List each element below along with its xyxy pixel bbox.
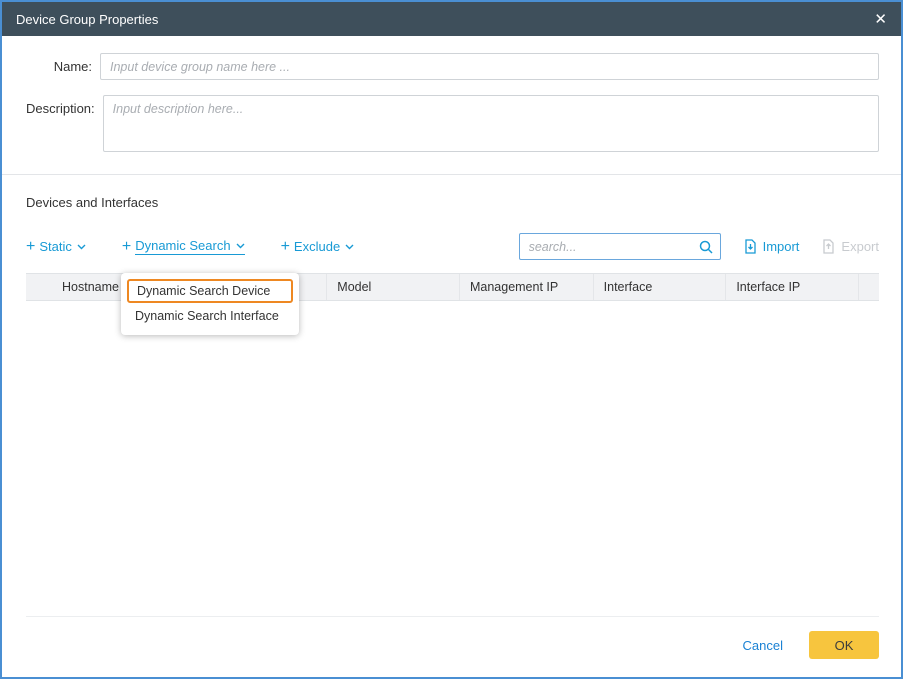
table-body-empty <box>26 301 879 617</box>
column-header-interface[interactable]: Interface <box>593 274 726 300</box>
close-icon[interactable]: ✕ <box>874 12 887 27</box>
name-input[interactable] <box>100 53 879 80</box>
export-icon <box>821 239 836 254</box>
search-input[interactable] <box>529 240 698 254</box>
plus-icon: + <box>122 239 131 255</box>
dialog-title: Device Group Properties <box>16 12 158 27</box>
devices-interfaces-section-title: Devices and Interfaces <box>2 175 901 210</box>
dynamic-search-dropdown-menu: Dynamic Search Device Dynamic Search Int… <box>121 273 299 335</box>
static-label: Static <box>39 239 72 254</box>
name-label: Name: <box>26 53 92 74</box>
devices-toolbar: + Static + Dynamic Search + Exclude <box>2 210 901 260</box>
menu-item-dynamic-search-interface[interactable]: Dynamic Search Interface <box>127 303 293 329</box>
export-label: Export <box>841 239 879 254</box>
dynamic-search-label: Dynamic Search <box>135 238 230 253</box>
description-input[interactable] <box>103 95 879 152</box>
chevron-down-icon <box>236 243 245 249</box>
chevron-down-icon <box>77 244 86 250</box>
search-icon[interactable] <box>698 239 714 255</box>
ok-button[interactable]: OK <box>809 631 879 659</box>
dialog-footer: Cancel OK <box>2 617 901 677</box>
dynamic-search-dropdown-button[interactable]: + Dynamic Search <box>122 238 245 255</box>
properties-form: Name: Description: <box>2 36 901 167</box>
chevron-down-icon <box>345 244 354 250</box>
exclude-dropdown-button[interactable]: + Exclude <box>281 239 355 255</box>
import-icon <box>743 239 758 254</box>
column-header-interface-ip[interactable]: Interface IP <box>725 274 858 300</box>
import-button[interactable]: Import <box>743 239 800 254</box>
column-header-management-ip[interactable]: Management IP <box>459 274 593 300</box>
menu-item-dynamic-search-device[interactable]: Dynamic Search Device <box>127 279 293 303</box>
plus-icon: + <box>281 239 290 255</box>
name-row: Name: <box>26 53 879 80</box>
description-row: Description: <box>26 95 879 152</box>
dialog-titlebar: Device Group Properties ✕ <box>2 2 901 36</box>
static-dropdown-button[interactable]: + Static <box>26 239 86 255</box>
export-button[interactable]: Export <box>821 239 879 254</box>
search-box <box>519 233 721 260</box>
column-header-spacer <box>858 274 879 300</box>
plus-icon: + <box>26 239 35 255</box>
cancel-button[interactable]: Cancel <box>743 638 783 653</box>
import-label: Import <box>763 239 800 254</box>
description-label: Description: <box>26 95 95 116</box>
column-header-model[interactable]: Model <box>326 274 459 300</box>
device-group-properties-dialog: Device Group Properties ✕ Name: Descript… <box>0 0 903 679</box>
exclude-label: Exclude <box>294 239 340 254</box>
